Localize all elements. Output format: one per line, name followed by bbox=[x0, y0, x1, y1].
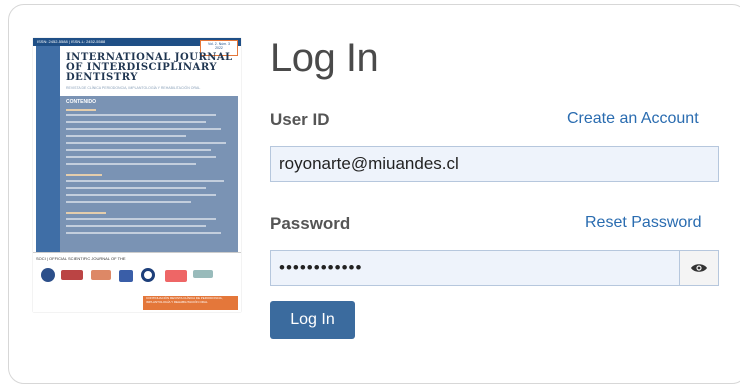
cover-line bbox=[66, 180, 224, 182]
society-logo bbox=[119, 270, 133, 282]
cover-line bbox=[66, 128, 221, 130]
cover-line bbox=[66, 201, 191, 203]
cover-volume-detail: 2022 bbox=[215, 46, 223, 50]
cover-line bbox=[66, 225, 206, 227]
cover-line bbox=[66, 114, 216, 116]
cover-line bbox=[66, 156, 216, 158]
reset-password-link[interactable]: Reset Password bbox=[585, 214, 702, 232]
society-logo bbox=[61, 270, 83, 280]
cover-side-stripe bbox=[36, 46, 60, 252]
cover-line bbox=[66, 194, 216, 196]
society-logo bbox=[141, 268, 155, 282]
password-label: Password bbox=[270, 214, 351, 233]
journal-cover-image: ISSN: 2452-5588 | ISSN-L: 2452-5588 Vol.… bbox=[33, 38, 241, 312]
login-button[interactable]: Log In bbox=[270, 301, 355, 339]
cover-line bbox=[66, 187, 206, 189]
cover-issn: ISSN: 2452-5588 | ISSN-L: 2452-5588 bbox=[37, 39, 106, 44]
society-logo bbox=[41, 268, 55, 282]
cover-line bbox=[66, 174, 102, 176]
society-logo bbox=[91, 270, 111, 280]
cover-contents-panel: CONTENIDO bbox=[60, 96, 238, 252]
password-input[interactable] bbox=[270, 250, 680, 286]
cover-line bbox=[66, 218, 216, 220]
cover-line bbox=[66, 142, 226, 144]
page-title: Log In bbox=[270, 36, 379, 80]
cover-footer: SOCI | OFFICIAL SCIENTIFIC JOURNAL OF TH… bbox=[36, 256, 126, 261]
cover-line bbox=[66, 212, 106, 214]
show-password-button[interactable] bbox=[679, 250, 719, 286]
cover-divider bbox=[33, 252, 241, 253]
cover-line bbox=[66, 149, 211, 151]
create-account-link[interactable]: Create an Account bbox=[567, 110, 699, 128]
user-id-input[interactable] bbox=[270, 146, 719, 182]
cover-contents-heading: CONTENIDO bbox=[66, 99, 96, 105]
cover-subtitle: REVISTA DE CLÍNICA PERIODONCIA, IMPLANTO… bbox=[66, 86, 201, 90]
cover-line bbox=[66, 163, 196, 165]
cover-line bbox=[66, 121, 206, 123]
cover-orange-text: CONTINUACIÓN REVISTA CLÍNICA DE PERIODON… bbox=[146, 296, 223, 304]
cover-line bbox=[66, 135, 186, 137]
cover-line bbox=[66, 109, 96, 111]
cover-title: INTERNATIONAL JOURNAL OF INTERDISCIPLINA… bbox=[66, 52, 233, 83]
cover-orange-banner: CONTINUACIÓN REVISTA CLÍNICA DE PERIODON… bbox=[143, 296, 238, 310]
eye-icon bbox=[691, 264, 707, 272]
cover-line bbox=[66, 232, 221, 234]
society-logo bbox=[193, 270, 213, 278]
user-id-label: User ID bbox=[270, 110, 330, 129]
society-logo bbox=[165, 270, 187, 282]
